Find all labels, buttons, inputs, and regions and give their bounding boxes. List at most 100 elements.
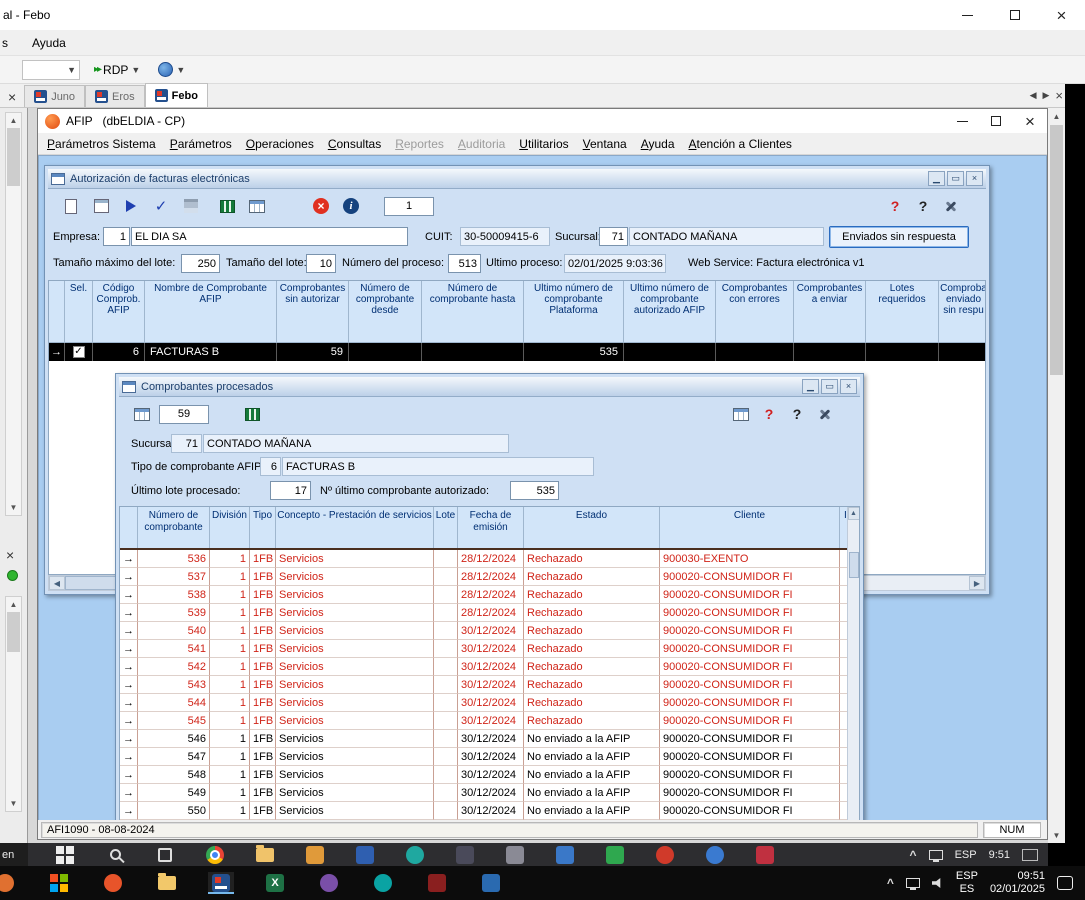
column-header-fecha-de-emisi-n[interactable]: Fecha de emisión (458, 507, 524, 548)
tab-febo[interactable]: Febo (145, 83, 208, 107)
column-header-ultimo-n-mero-de-comprobante-plataforma[interactable]: Ultimo número de comprobante Plataforma (524, 281, 624, 343)
column-header-n-mero-de-comprobante-hasta[interactable]: Número de comprobante hasta (422, 281, 524, 343)
table-row-539[interactable]: →53911FBServicios28/12/2024Rechazado9000… (120, 604, 859, 622)
column-header-cliente[interactable]: Cliente (660, 507, 840, 548)
tab-close-icon[interactable]: × (1055, 88, 1063, 103)
app-darkred-icon[interactable] (424, 872, 450, 894)
column-header-c-digo-comprob-afip[interactable]: Código Comprob. AFIP (93, 281, 145, 343)
panel-close-icon[interactable]: × (8, 90, 16, 104)
show-desktop-button[interactable] (1022, 849, 1038, 861)
sucursal-code-field[interactable]: 71 (599, 227, 628, 246)
column-header-tipo[interactable]: Tipo (250, 507, 276, 548)
tab-juno[interactable]: Juno (24, 85, 85, 107)
table-row-546[interactable]: →54611FBServicios30/12/2024No enviado a … (120, 730, 859, 748)
column-header-comprobantes-con-errores[interactable]: Comprobantes con errores (716, 281, 794, 343)
table-row-543[interactable]: →54311FBServicios30/12/2024Rechazado9000… (120, 676, 859, 694)
autorizacion-titlebar[interactable]: Autorización de facturas electrónicas ▁ … (48, 169, 986, 189)
host-menu-ayuda[interactable]: Ayuda (24, 33, 74, 53)
column-header-comprobantes-a-enviar[interactable]: Comprobantes a enviar (794, 281, 866, 343)
checkbox-checked[interactable]: ✓ (73, 346, 85, 358)
scrollbar-thumb[interactable] (65, 576, 119, 590)
partial-app-icon[interactable] (0, 872, 18, 894)
remote-clock[interactable]: 9:51 (989, 849, 1010, 861)
empresa-name-field[interactable]: EL DIA SA (131, 227, 408, 246)
column-header-ultimo-n-mero-de-comprobante-autorizado-afip[interactable]: Ultimo número de comprobante autorizado … (624, 281, 716, 343)
host-maximize-button[interactable] (991, 0, 1038, 30)
app-purple-icon[interactable] (316, 872, 342, 894)
table-row-541[interactable]: →54111FBServicios30/12/2024Rechazado9000… (120, 640, 859, 658)
tools-button[interactable] (938, 194, 964, 218)
fr-app-icon[interactable] (208, 872, 234, 894)
table-row-550[interactable]: →55011FBServicios30/12/2024No enviado a … (120, 802, 859, 820)
properties-button[interactable] (88, 194, 114, 218)
process-count-field[interactable] (384, 197, 434, 216)
procesados-vscrollbar[interactable]: ▲ (847, 507, 859, 820)
scroll-down-icon[interactable]: ▼ (1048, 827, 1065, 843)
tab-eros[interactable]: Eros (85, 85, 145, 107)
child-close-button[interactable]: × (840, 379, 857, 394)
firefox-icon[interactable] (100, 872, 126, 894)
context-help-button[interactable]: ? (756, 402, 782, 426)
child-restore-button[interactable]: ▭ (947, 171, 964, 186)
adobe-app-icon[interactable] (652, 844, 678, 866)
host-minimize-button[interactable] (944, 0, 991, 30)
child-minimize-button[interactable]: ▁ (928, 171, 945, 186)
browser-blue-icon[interactable] (702, 844, 728, 866)
tools-button[interactable] (812, 402, 838, 426)
calculator-app-icon[interactable] (552, 844, 578, 866)
network-icon[interactable] (929, 850, 943, 860)
ledger-button[interactable] (239, 402, 265, 426)
left-vscrollbar[interactable]: ▲ ▼ (5, 112, 22, 516)
column-header-n-mero-de-comprobante-desde[interactable]: Número de comprobante desde (349, 281, 422, 343)
start-icon[interactable] (52, 844, 78, 866)
afip-menu-reportes[interactable]: Reportes (388, 134, 451, 154)
tray-expand-icon[interactable]: ^ (910, 848, 917, 862)
scroll-up-icon[interactable]: ▲ (10, 113, 18, 128)
table-row-548[interactable]: →54811FBServicios30/12/2024No enviado a … (120, 766, 859, 784)
host-close-button[interactable]: × (1038, 0, 1085, 30)
excel-icon[interactable]: X (262, 872, 288, 894)
afip-menu-auditoria[interactable]: Auditoria (451, 134, 512, 154)
afip-menu-operaciones[interactable]: Operaciones (239, 134, 321, 154)
scroll-up-icon[interactable]: ▲ (10, 597, 18, 612)
file-explorer-icon[interactable] (154, 872, 180, 894)
windows-start-icon[interactable] (46, 872, 72, 894)
table-row-547[interactable]: →54711FBServicios30/12/2024No enviado a … (120, 748, 859, 766)
scroll-down-icon[interactable]: ▼ (10, 500, 18, 515)
afip-menu-consultas[interactable]: Consultas (321, 134, 388, 154)
table-row-537[interactable]: →53711FBServicios28/12/2024Rechazado9000… (120, 568, 859, 586)
pen-app-icon[interactable] (478, 872, 504, 894)
notifications-icon[interactable] (1057, 876, 1073, 890)
afip-menu-atenci-n-a-clientes[interactable]: Atención a Clientes (682, 134, 799, 154)
tab-scroll-right-icon[interactable]: ▶ (1042, 90, 1049, 101)
child-minimize-button[interactable]: ▁ (802, 379, 819, 394)
context-help-button[interactable]: ? (882, 194, 908, 218)
column-header-concepto-prestaci-n-de-servicios[interactable]: Concepto - Prestación de servicios (276, 507, 434, 548)
child-restore-button[interactable]: ▭ (821, 379, 838, 394)
scrollbar-thumb[interactable] (7, 128, 20, 186)
cancel-button[interactable]: × (308, 194, 334, 218)
table-row-538[interactable]: →53811FBServicios28/12/2024Rechazado9000… (120, 586, 859, 604)
remote-language-indicator[interactable]: ESP (955, 849, 977, 861)
panel-close-icon[interactable]: × (6, 548, 14, 562)
column-header-sel[interactable]: Sel. (65, 281, 93, 343)
afip-menu-par-metros[interactable]: Parámetros (163, 134, 239, 154)
chrome-browser-icon[interactable] (202, 844, 228, 866)
table-row-549[interactable]: →54911FBServicios30/12/2024No enviado a … (120, 784, 859, 802)
help-button[interactable]: ? (784, 402, 810, 426)
scroll-up-icon[interactable]: ▲ (848, 507, 860, 520)
column-header-nombre-de-comprobante-afip[interactable]: Nombre de Comprobante AFIP (145, 281, 277, 343)
save-button[interactable] (178, 194, 204, 218)
scrollbar-thumb[interactable] (1050, 125, 1063, 375)
table-row-544[interactable]: →54411FBServicios30/12/2024Rechazado9000… (120, 694, 859, 712)
file-explorer-icon[interactable] (252, 844, 278, 866)
confirm-button[interactable]: ✓ (148, 194, 174, 218)
table-row-545[interactable]: →54511FBServicios30/12/2024Rechazado9000… (120, 712, 859, 730)
autorizacion-selected-row[interactable]: →✓6FACTURAS B59535 (49, 343, 985, 361)
column-header-lotes-requeridos[interactable]: Lotes requeridos (866, 281, 939, 343)
app-red-icon[interactable] (752, 844, 778, 866)
ledger-button[interactable] (214, 194, 240, 218)
help-button[interactable]: ? (910, 194, 936, 218)
info-button[interactable]: i (338, 194, 364, 218)
app-gray-icon[interactable] (502, 844, 528, 866)
